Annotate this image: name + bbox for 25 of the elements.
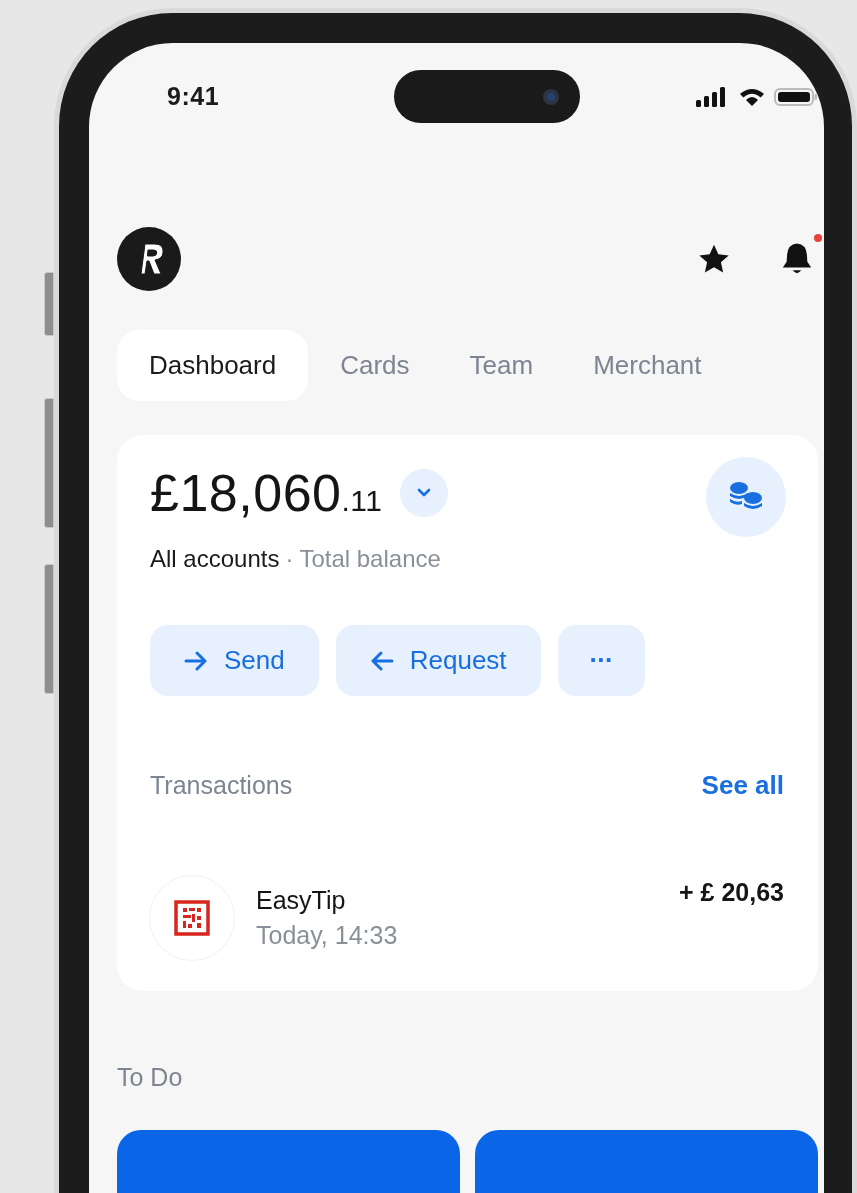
merchant-logo-icon	[174, 900, 210, 936]
transaction-time: Today, 14:33	[256, 921, 399, 950]
balance-amount: £18,060.11	[150, 463, 383, 523]
transaction-amount: + £ 20,63	[679, 878, 784, 907]
wifi-icon	[738, 86, 766, 107]
arrow-right-icon	[184, 650, 208, 671]
section-title: Transactions	[150, 771, 293, 800]
send-button[interactable]: Send	[150, 625, 319, 696]
more-button[interactable]: ···	[557, 625, 645, 696]
logo-icon	[117, 227, 181, 291]
account-label: All accounts	[150, 545, 280, 573]
arrow-left-icon	[369, 650, 394, 671]
tab[interactable]: Merchant	[565, 330, 730, 401]
balance-caption: Total balance	[299, 545, 441, 573]
tab[interactable]: Dashboard	[117, 330, 309, 401]
see-all-link[interactable]: See all	[701, 770, 784, 801]
battery-icon	[774, 86, 818, 107]
tab[interactable]: Team	[441, 330, 562, 401]
camera-icon	[542, 87, 560, 106]
separator-dot: ·	[285, 545, 294, 573]
transaction-name: EasyTip	[256, 886, 347, 915]
request-button[interactable]: Request	[335, 625, 541, 696]
section-title: To Do	[117, 1063, 183, 1092]
tab[interactable]: Cards	[312, 330, 438, 401]
status-time: 9:41	[167, 82, 220, 111]
